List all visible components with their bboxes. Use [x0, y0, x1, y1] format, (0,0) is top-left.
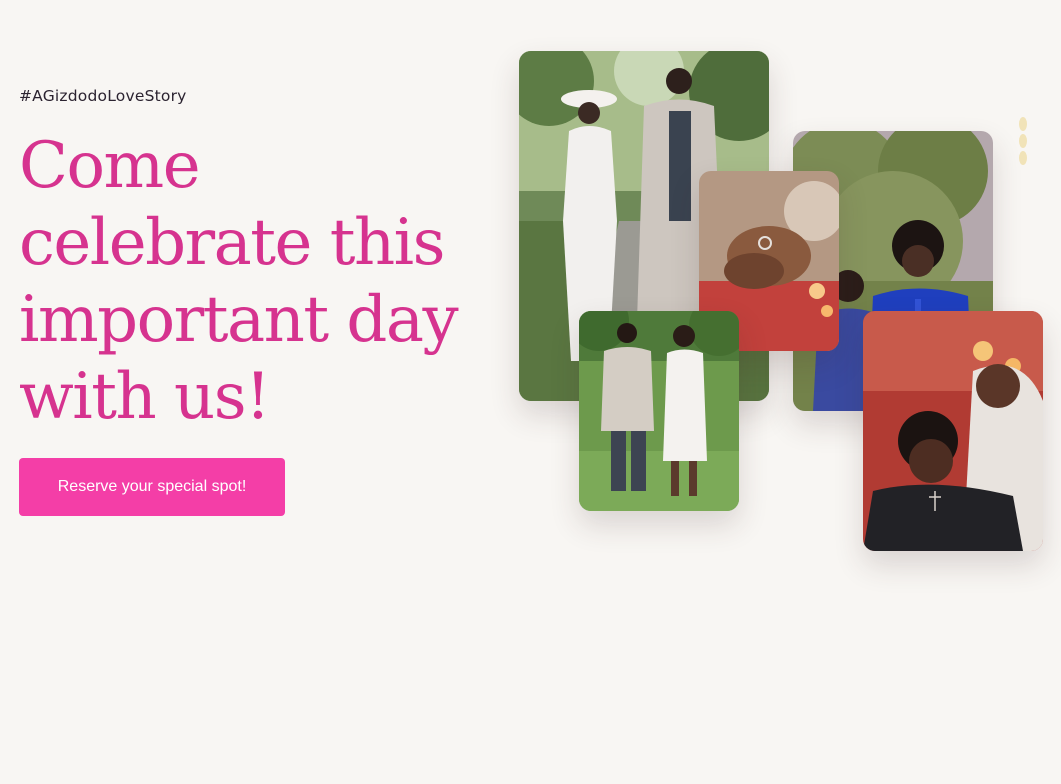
reserve-spot-button[interactable]: Reserve your special spot!: [19, 458, 285, 516]
diamond-chain-icon: [1016, 116, 1030, 166]
couple-walking-grass-photo: [579, 311, 739, 511]
hashtag: #AGizdodoLoveStory: [19, 87, 187, 105]
couple-embrace-red-photo: [863, 311, 1043, 551]
headline: Come celebrate this important day with u…: [19, 129, 459, 434]
